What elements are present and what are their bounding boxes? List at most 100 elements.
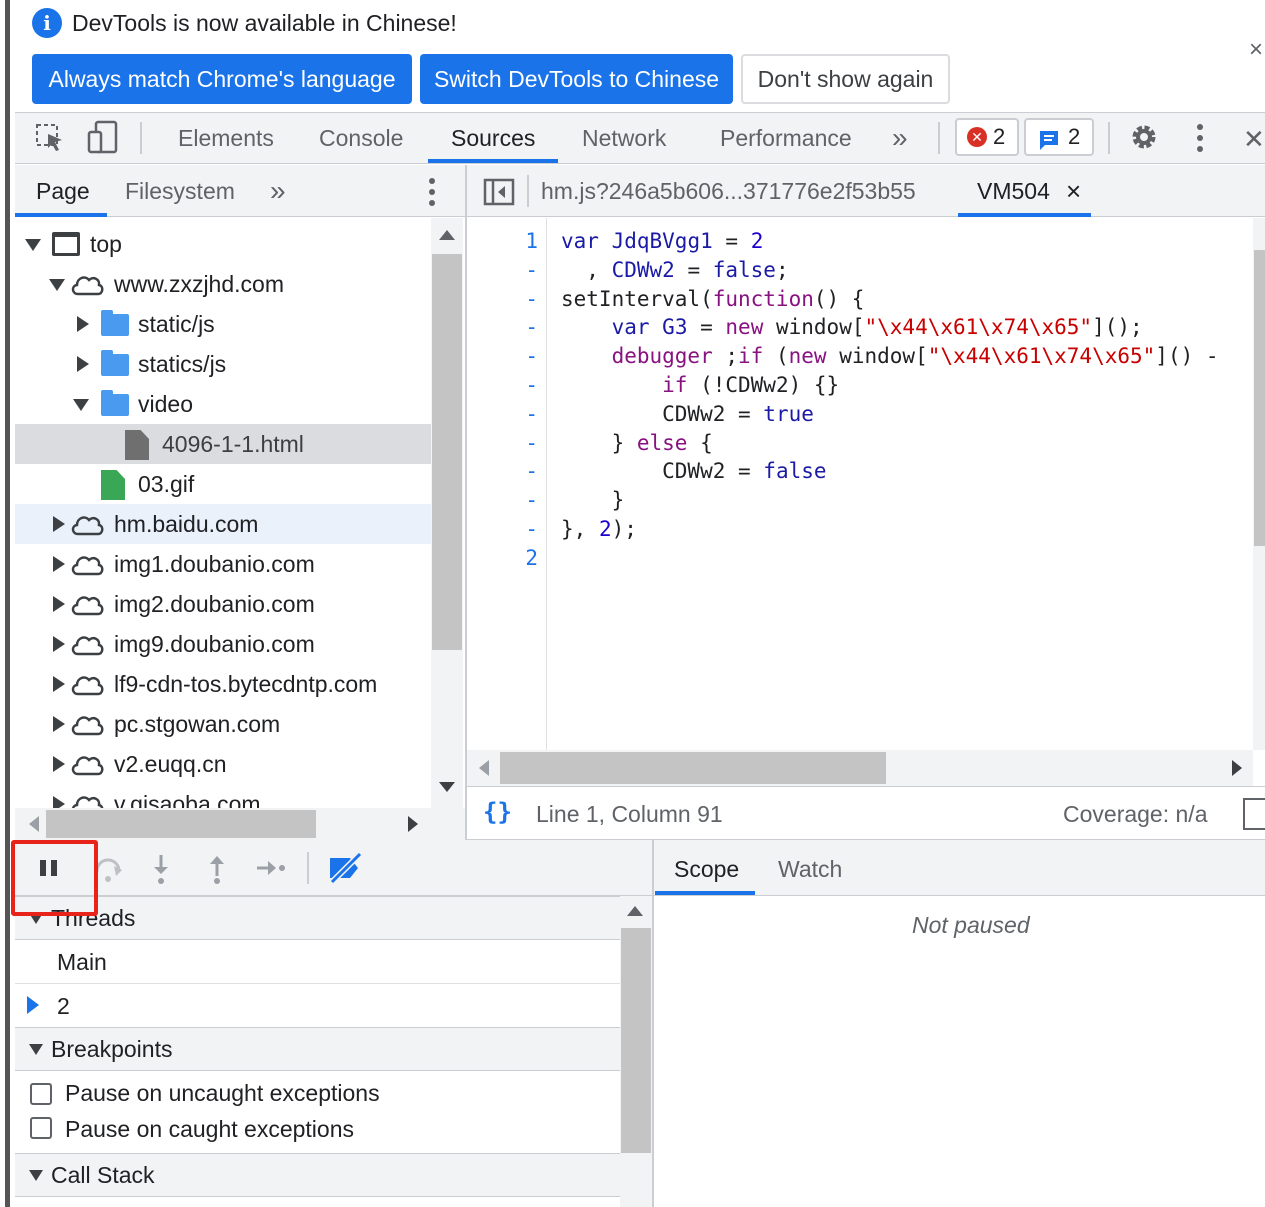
- line-number-gutter: 1 - - - - - - - - - - 2: [467, 218, 547, 750]
- message-icon: [1038, 127, 1060, 161]
- collapsed-arrow-icon: [53, 636, 65, 652]
- navigator-menu-icon[interactable]: [424, 177, 440, 207]
- navigator-more-icon[interactable]: »: [270, 165, 286, 217]
- settings-gear-icon[interactable]: [1128, 121, 1160, 153]
- line-number: -: [525, 287, 538, 311]
- scroll-down-arrow-icon[interactable]: [439, 782, 455, 792]
- tab-filesystem[interactable]: Filesystem: [125, 165, 235, 217]
- code-line: setInterval(function() {: [561, 287, 865, 311]
- tree-item-lf9-bytecdntp[interactable]: lf9-cdn-tos.bytecdntp.com: [15, 664, 431, 704]
- scope-active-indicator: [655, 891, 755, 895]
- tree-item-label: 4096-1-1.html: [162, 431, 304, 457]
- tab-scope[interactable]: Scope: [674, 845, 739, 893]
- messages-badge[interactable]: 2: [1024, 118, 1094, 156]
- editor-hscroll-thumb[interactable]: [500, 752, 886, 784]
- file-tree-scroll-thumb[interactable]: [432, 254, 462, 650]
- pause-caught-option[interactable]: Pause on caught exceptions: [15, 1108, 620, 1152]
- always-match-language-button[interactable]: Always match Chrome's language: [32, 54, 412, 104]
- file-icon: [125, 430, 149, 460]
- step-out-icon[interactable]: [204, 852, 230, 886]
- tree-item-zxzjhd[interactable]: www.zxzjhd.com: [15, 264, 431, 304]
- tree-item-img1-doubanio[interactable]: img1.doubanio.com: [15, 544, 431, 584]
- editor-vscroll-thumb[interactable]: [1254, 250, 1265, 546]
- errors-count: 2: [993, 124, 1006, 149]
- file-tree: top www.zxzjhd.com static/js statics/js …: [15, 218, 431, 808]
- debugger-vscroll-thumb[interactable]: [621, 928, 651, 1153]
- scroll-left-arrow-icon[interactable]: [29, 816, 39, 832]
- scroll-up-arrow-icon[interactable]: [627, 906, 643, 916]
- tab-page[interactable]: Page: [36, 165, 90, 217]
- tree-item-img9-doubanio[interactable]: img9.doubanio.com: [15, 624, 431, 664]
- threads-section-header[interactable]: Threads: [15, 896, 620, 940]
- tree-item-label: img1.doubanio.com: [114, 551, 315, 577]
- code-line: if (!CDWw2) {}: [662, 373, 840, 397]
- errors-badge[interactable]: ✕ 2: [955, 118, 1019, 156]
- code-line: var G3 = new window["\x44\x61\x74\x65"](…: [611, 315, 1143, 339]
- toolbar-separator: [1108, 122, 1110, 154]
- tree-item-v-qisaoba[interactable]: v.qisaoba.com: [15, 784, 431, 808]
- call-stack-section-header[interactable]: Call Stack: [15, 1153, 620, 1197]
- tab-elements[interactable]: Elements: [178, 112, 274, 164]
- thread-label: 2: [57, 993, 70, 1019]
- line-number: -: [525, 459, 538, 483]
- deactivate-breakpoints-icon[interactable]: [326, 851, 364, 885]
- pause-caught-checkbox[interactable]: [30, 1117, 52, 1139]
- thread-item-2[interactable]: 2: [15, 984, 620, 1028]
- coverage-panel-icon[interactable]: [1243, 798, 1265, 830]
- tab-console[interactable]: Console: [319, 112, 403, 164]
- current-thread-arrow-icon: [27, 996, 39, 1014]
- tree-item-4096-html[interactable]: 4096-1-1.html: [15, 424, 431, 464]
- code-line: debugger ;if (new window["\x44\x61\x74\x…: [611, 344, 1219, 368]
- line-number: -: [525, 517, 538, 541]
- scope-tab-bar: [654, 840, 1265, 896]
- scroll-up-arrow-icon[interactable]: [439, 230, 455, 240]
- dont-show-again-button[interactable]: Don't show again: [741, 54, 950, 104]
- editor-tab-hm-js[interactable]: hm.js?246a5b606...371776e2f53b55: [541, 165, 916, 217]
- infobar-close-icon[interactable]: ×: [1249, 36, 1263, 64]
- pause-uncaught-checkbox[interactable]: [30, 1083, 52, 1105]
- scroll-left-arrow-icon[interactable]: [479, 760, 489, 776]
- tree-item-statics-js[interactable]: statics/js: [15, 344, 431, 384]
- tree-item-03-gif[interactable]: 03.gif: [15, 464, 431, 504]
- scroll-right-arrow-icon[interactable]: [1232, 760, 1242, 776]
- pause-uncaught-option[interactable]: Pause on uncaught exceptions: [15, 1072, 620, 1108]
- tree-item-video[interactable]: video: [15, 384, 431, 424]
- tab-network[interactable]: Network: [582, 112, 666, 164]
- switch-to-chinese-button[interactable]: Switch DevTools to Chinese: [420, 54, 733, 104]
- tree-item-hm-baidu[interactable]: hm.baidu.com: [15, 504, 431, 544]
- step-into-icon[interactable]: [148, 852, 174, 886]
- file-tree-hscroll-thumb[interactable]: [46, 810, 316, 838]
- more-tabs-icon[interactable]: »: [892, 112, 908, 164]
- tab-sources[interactable]: Sources: [451, 112, 535, 164]
- device-toolbar-icon[interactable]: [86, 120, 120, 156]
- inspect-element-icon[interactable]: [34, 122, 66, 154]
- more-options-icon[interactable]: [1190, 122, 1210, 154]
- tree-item-label: www.zxzjhd.com: [114, 271, 284, 297]
- line-number: 1: [525, 229, 538, 253]
- tree-item-label: lf9-cdn-tos.bytecdntp.com: [114, 671, 378, 697]
- code-line: }: [561, 488, 625, 512]
- collapsed-arrow-icon: [77, 316, 89, 332]
- close-devtools-icon[interactable]: ✕: [1243, 124, 1265, 155]
- infobar-message: DevTools is now available in Chinese!: [72, 10, 457, 36]
- tree-item-img2-doubanio[interactable]: img2.doubanio.com: [15, 584, 431, 624]
- pretty-print-icon[interactable]: {}: [483, 798, 512, 826]
- tab-performance[interactable]: Performance: [720, 112, 852, 164]
- tree-item-top[interactable]: top: [15, 224, 431, 264]
- tree-item-v2-euqq[interactable]: v2.euqq.cn: [15, 744, 431, 784]
- tree-item-pc-stgowan[interactable]: pc.stgowan.com: [15, 704, 431, 744]
- collapsed-arrow-icon: [53, 516, 65, 532]
- tab-watch[interactable]: Watch: [778, 845, 842, 893]
- tree-item-label: top: [90, 231, 122, 257]
- close-tab-icon[interactable]: ×: [1066, 165, 1081, 217]
- editor-tab-vm504[interactable]: VM504: [977, 165, 1050, 217]
- tree-item-static-js[interactable]: static/js: [15, 304, 431, 344]
- active-tab-indicator: [428, 159, 558, 163]
- navigator-active-indicator: [15, 213, 107, 217]
- cursor-position: Line 1, Column 91: [536, 801, 723, 827]
- scroll-right-arrow-icon[interactable]: [408, 816, 418, 832]
- toggle-navigator-icon[interactable]: [483, 178, 515, 206]
- step-icon[interactable]: [254, 855, 288, 881]
- breakpoints-section-header[interactable]: Breakpoints: [15, 1027, 620, 1071]
- thread-item-main[interactable]: Main: [15, 940, 620, 984]
